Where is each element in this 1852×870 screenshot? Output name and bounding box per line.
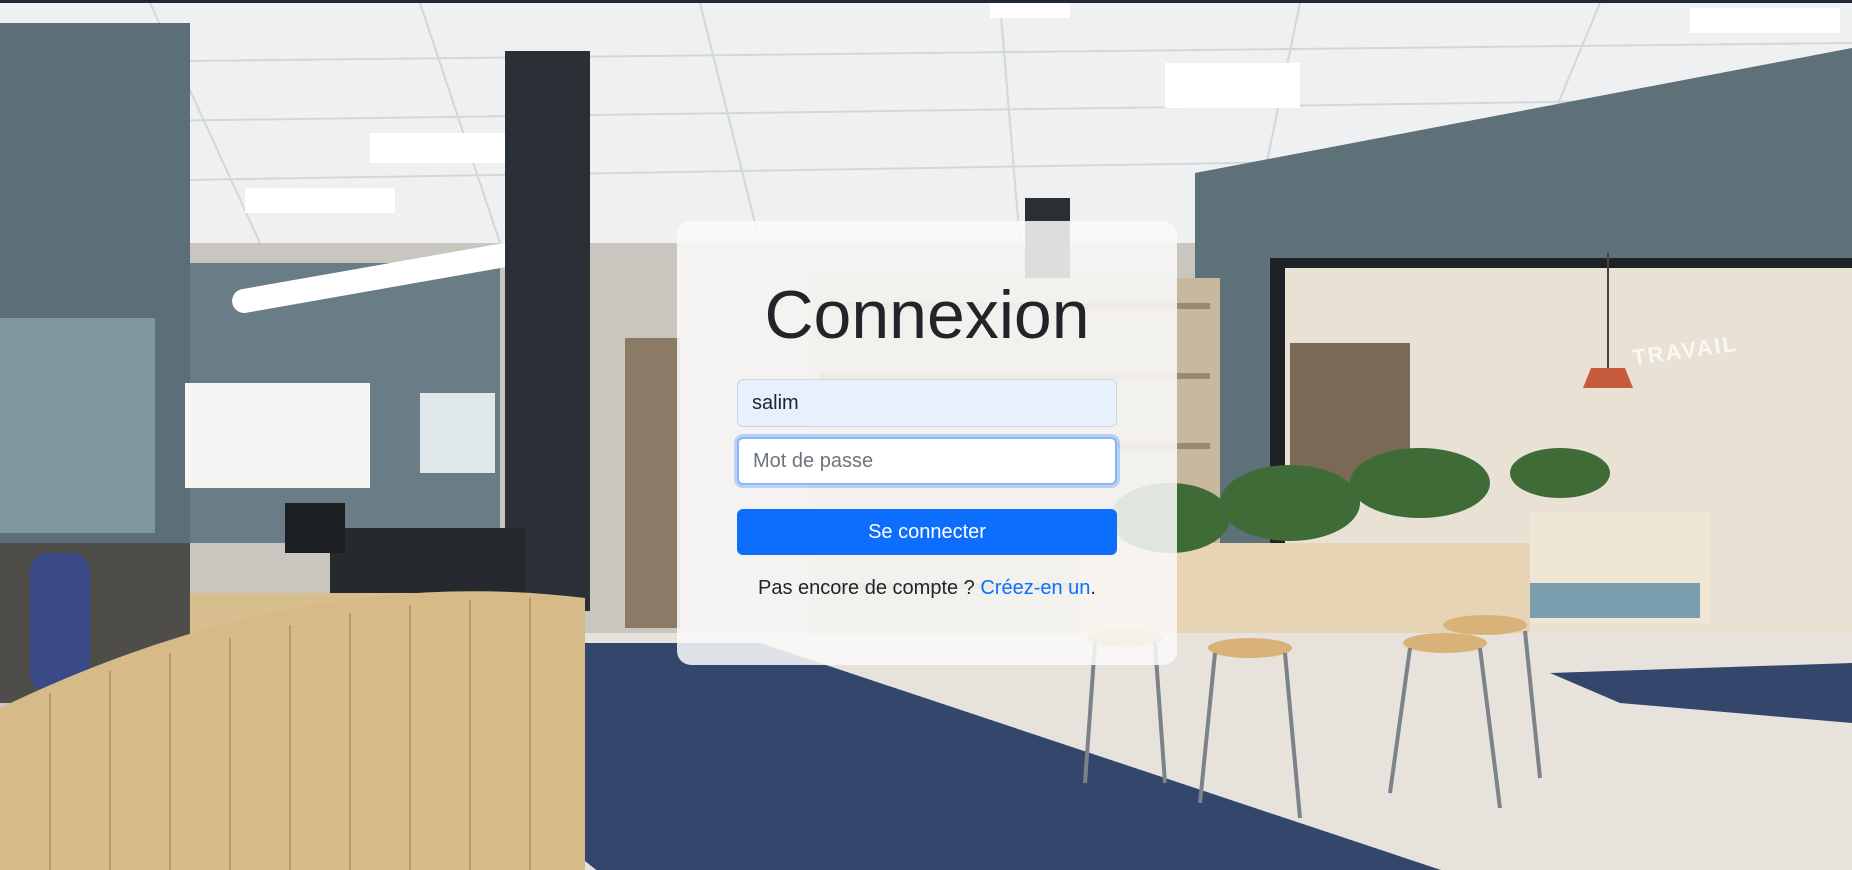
login-card: Connexion Se connecter Pas encore de com… bbox=[677, 221, 1177, 665]
signup-prompt: Pas encore de compte ? Créez-en un. bbox=[677, 577, 1177, 600]
signup-prompt-text: Pas encore de compte ? bbox=[758, 577, 981, 599]
login-page: TRAVAIL Connexion Se connecter Pas encor… bbox=[0, 0, 1852, 870]
page-title: Connexion bbox=[764, 277, 1090, 353]
password-input[interactable] bbox=[737, 437, 1117, 485]
signup-prompt-suffix: . bbox=[1090, 577, 1096, 599]
signup-link[interactable]: Créez-en un bbox=[980, 577, 1090, 599]
login-button[interactable]: Se connecter bbox=[737, 509, 1117, 555]
username-input[interactable] bbox=[737, 379, 1117, 427]
